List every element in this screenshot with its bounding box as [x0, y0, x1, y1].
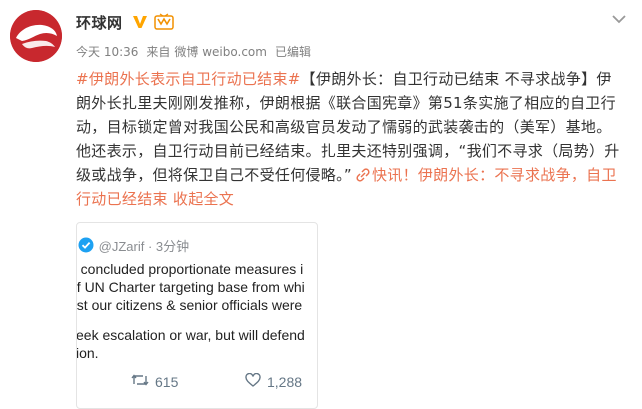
tweet-line: nst our citizens & senior officials were: [76, 297, 303, 313]
post-meta: 今天 10:36 来自 微博 weibo.com 已编辑: [76, 43, 319, 60]
author-name[interactable]: 环球网: [76, 12, 123, 33]
chevron-down-icon[interactable]: [610, 10, 628, 24]
edited-label[interactable]: 已编辑: [275, 45, 311, 59]
tweet-line: a concluded proportionate measures i: [76, 261, 304, 277]
avatar[interactable]: [10, 10, 62, 62]
retweet-count: 615: [155, 373, 179, 390]
tweet-line: sion.: [76, 345, 99, 361]
verified-icon: [131, 13, 149, 31]
collapse-link[interactable]: 收起全文: [173, 190, 234, 208]
like-count: 1,288: [267, 373, 303, 390]
source-prefix: 来自: [146, 45, 171, 59]
tweet-header: f @JZarif · 3分钟: [77, 235, 190, 255]
hashtag-link[interactable]: #伊朗外长表示自卫行动已结束#: [76, 70, 301, 88]
link-icon: [356, 165, 370, 182]
tweet-line: seek escalation or war, but will defend: [76, 327, 305, 343]
member-icon[interactable]: [153, 13, 174, 31]
tweet-handle: @JZarif · 3分钟: [98, 238, 190, 254]
heart-icon: [245, 372, 267, 390]
post-source[interactable]: 微博 weibo.com: [174, 45, 267, 59]
tweet-line: of UN Charter targeting base from whi: [76, 279, 305, 295]
post-time[interactable]: 今天 10:36: [76, 45, 138, 59]
like-action: 1,288: [245, 372, 303, 390]
retweet-action: 615: [131, 373, 178, 390]
author-row: 环球网: [76, 10, 174, 34]
embedded-tweet-image[interactable]: f @JZarif · 3分钟 a concluded proportionat…: [76, 222, 318, 409]
twitter-verified-icon: [78, 237, 94, 253]
retweet-icon: [131, 373, 155, 390]
post-text: #伊朗外长表示自卫行动已结束#【伊朗外长：自卫行动已结束 不寻求战争】伊朗外长扎…: [76, 67, 624, 211]
